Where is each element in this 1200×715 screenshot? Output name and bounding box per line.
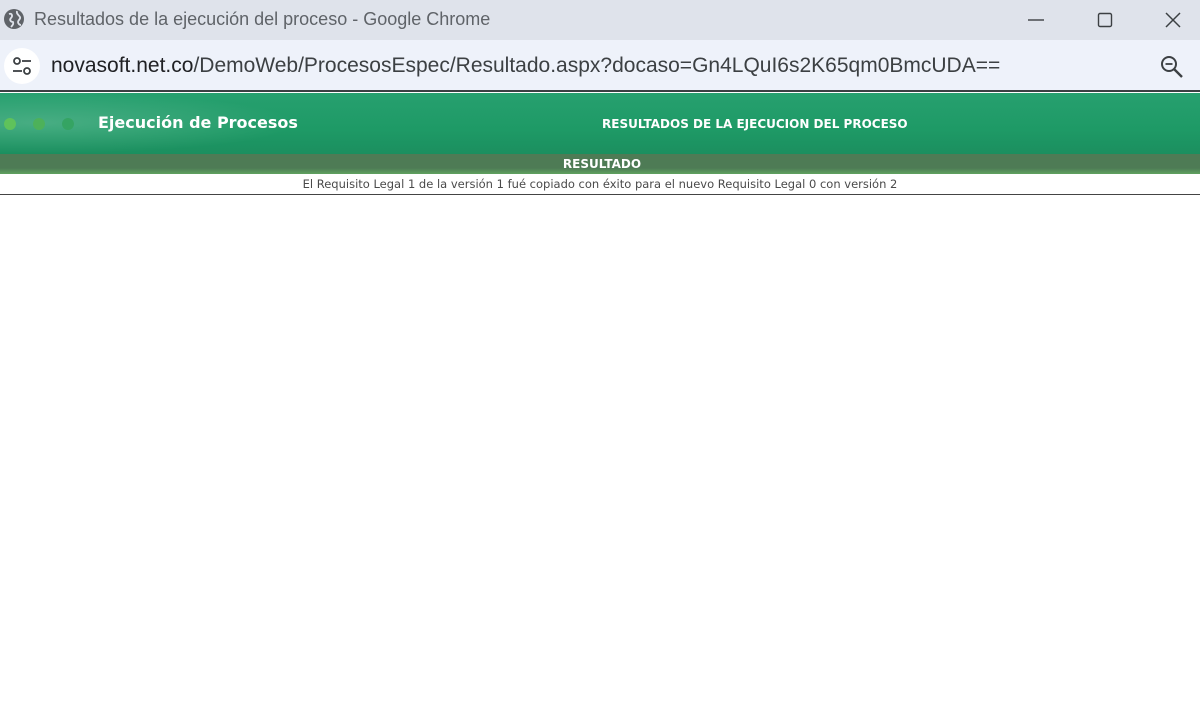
maximize-icon bbox=[1097, 12, 1113, 28]
zoom-icon bbox=[1161, 56, 1183, 78]
zoom-button[interactable] bbox=[1158, 53, 1186, 81]
header-dot-icon bbox=[33, 118, 45, 130]
toolbar-divider bbox=[0, 90, 1200, 92]
close-button[interactable] bbox=[1143, 0, 1200, 40]
header-dot-icon bbox=[4, 118, 16, 130]
app-title: Ejecución de Procesos bbox=[98, 113, 298, 132]
maximize-button[interactable] bbox=[1075, 0, 1135, 40]
url-host: novasoft.net.co bbox=[51, 54, 194, 77]
result-label: RESULTADO bbox=[562, 157, 642, 171]
address-bar: novasoft.net.co/DemoWeb/ProcesosEspec/Re… bbox=[0, 40, 1200, 90]
result-divider bbox=[0, 194, 1200, 195]
url-path: /DemoWeb/ProcesosEspec/Resultado.aspx?do… bbox=[193, 54, 1001, 77]
site-info-button[interactable] bbox=[4, 48, 40, 84]
result-bar: RESULTADO bbox=[0, 154, 1200, 174]
window-titlebar: Resultados de la ejecución del proceso -… bbox=[0, 0, 1200, 40]
site-info-icon bbox=[13, 57, 31, 75]
window-title: Resultados de la ejecución del proceso -… bbox=[34, 9, 491, 29]
header-dot-icon bbox=[62, 118, 74, 130]
url-field[interactable]: novasoft.net.co/DemoWeb/ProcesosEspec/Re… bbox=[51, 54, 1000, 78]
globe-icon bbox=[4, 9, 24, 29]
app-header: Ejecución de Procesos RESULTADOS DE LA E… bbox=[0, 93, 1200, 154]
minimize-icon bbox=[1028, 19, 1044, 21]
minimize-button[interactable] bbox=[1006, 0, 1066, 40]
result-message: El Requisito Legal 1 de la versión 1 fué… bbox=[302, 177, 898, 191]
close-icon bbox=[1165, 12, 1181, 28]
page-heading: RESULTADOS DE LA EJECUCION DEL PROCESO bbox=[602, 117, 908, 131]
